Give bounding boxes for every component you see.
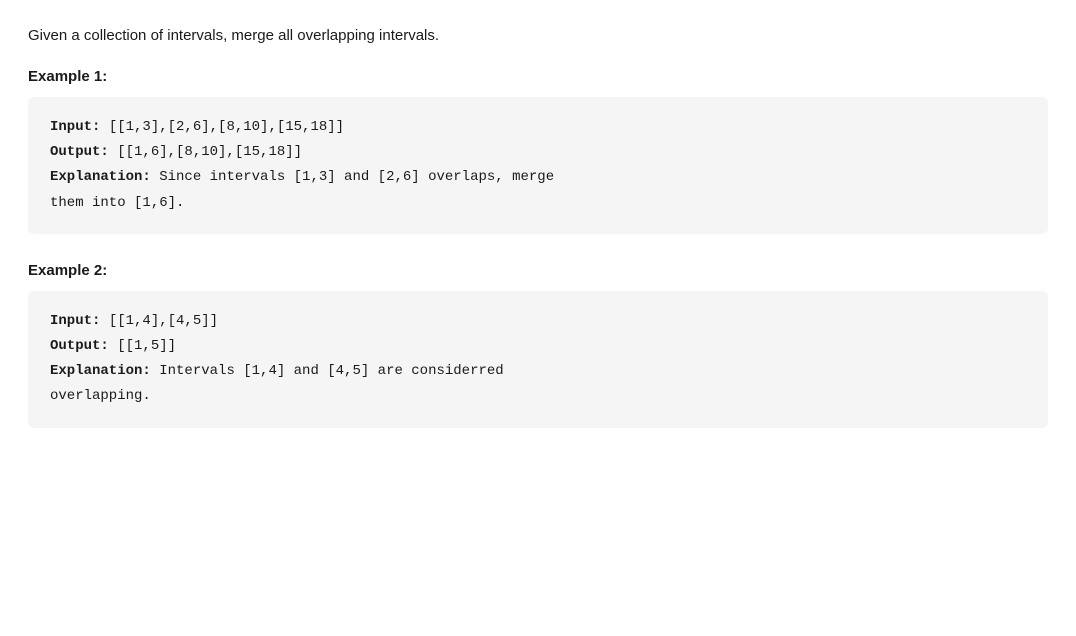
example1-input-line: Input: [[1,3],[2,6],[8,10],[15,18]] <box>50 115 1026 140</box>
example1-input-value: [[1,3],[2,6],[8,10],[15,18]] <box>100 119 344 135</box>
example2-explanation-line1: Explanation: Intervals [1,4] and [4,5] a… <box>50 359 1026 384</box>
example1-explanation-line1: Explanation: Since intervals [1,3] and [… <box>50 165 1026 190</box>
example2-input-line: Input: [[1,4],[4,5]] <box>50 309 1026 334</box>
problem-description: Given a collection of intervals, merge a… <box>28 24 1048 428</box>
example2-block: Input: [[1,4],[4,5]] Output: [[1,5]] Exp… <box>28 291 1048 428</box>
example1-explanation-label: Explanation: <box>50 169 151 185</box>
example1-heading: Example 1: <box>28 68 1048 85</box>
example2-heading: Example 2: <box>28 262 1048 279</box>
example2-output-value: [[1,5]] <box>109 338 176 354</box>
intro-text: Given a collection of intervals, merge a… <box>28 24 1048 48</box>
example2-input-label: Input: <box>50 313 100 329</box>
example2-output-line: Output: [[1,5]] <box>50 334 1026 359</box>
example1-explanation-line2: them into [1,6]. <box>50 191 1026 216</box>
example1-output-value: [[1,6],[8,10],[15,18]] <box>109 144 302 160</box>
example1-block: Input: [[1,3],[2,6],[8,10],[15,18]] Outp… <box>28 97 1048 234</box>
example1-explanation-cont: them into [1,6]. <box>50 195 184 211</box>
example1-output-label: Output: <box>50 144 109 160</box>
example2-explanation-label: Explanation: <box>50 363 151 379</box>
example2-explanation-cont: overlapping. <box>50 388 151 404</box>
example1-explanation-value: Since intervals [1,3] and [2,6] overlaps… <box>151 169 554 185</box>
example2-input-value: [[1,4],[4,5]] <box>100 313 218 329</box>
example1-output-line: Output: [[1,6],[8,10],[15,18]] <box>50 140 1026 165</box>
example1-input-label: Input: <box>50 119 100 135</box>
example2-output-label: Output: <box>50 338 109 354</box>
example2-explanation-line2: overlapping. <box>50 384 1026 409</box>
example2-explanation-value: Intervals [1,4] and [4,5] are considerre… <box>151 363 504 379</box>
